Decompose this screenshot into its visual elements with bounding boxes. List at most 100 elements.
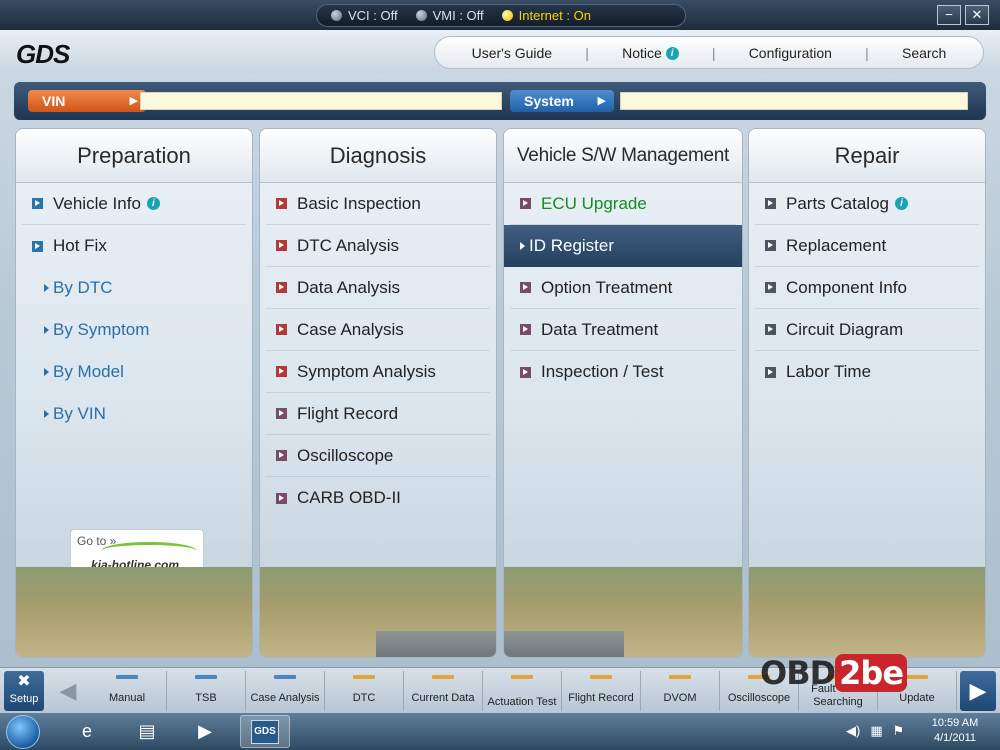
diagnosis-title: Diagnosis	[260, 129, 496, 183]
logo-text: GDS	[16, 39, 70, 69]
scroll-right-button[interactable]: ▶	[960, 671, 996, 711]
menu-ecu-upgrade[interactable]: ECU Upgrade	[510, 183, 736, 225]
file-explorer-icon[interactable]: ▤	[122, 715, 172, 748]
bullet-icon	[520, 324, 531, 335]
menu-replacement[interactable]: Replacement	[755, 225, 979, 267]
menu-option-treatment[interactable]: Option Treatment	[510, 267, 736, 309]
system-button[interactable]: System ▶	[510, 90, 614, 112]
search-link[interactable]: Search	[902, 45, 946, 61]
bullet-icon	[276, 492, 287, 504]
landscape-image	[16, 567, 252, 657]
bullet-icon	[765, 324, 776, 335]
watermark-two: 2be	[835, 654, 908, 692]
menu-label: DTC Analysis	[297, 235, 400, 255]
toolbar-tab[interactable]: Actuation Test	[483, 671, 562, 711]
tab-indicator-icon	[116, 675, 138, 679]
vin-button[interactable]: VIN ▶	[28, 90, 146, 112]
close-button[interactable]: ✕	[965, 5, 989, 25]
bullet-icon	[32, 240, 43, 252]
menu-labor-time[interactable]: Labor Time	[755, 351, 979, 393]
menu-oscilloscope[interactable]: Oscilloscope	[266, 435, 490, 477]
menu-label: Circuit Diagram	[786, 319, 904, 339]
tab-indicator-icon	[353, 675, 375, 679]
vehicle-selection-bar: VIN ▶ System ▶	[14, 82, 986, 120]
vci-status-label: VCI : Off	[348, 8, 398, 23]
menu-symptom-analysis[interactable]: Symptom Analysis	[266, 351, 490, 393]
menu-case-analysis[interactable]: Case Analysis	[266, 309, 490, 351]
system-field[interactable]	[620, 92, 968, 110]
menu-vehicle-info[interactable]: Vehicle Info i	[22, 183, 246, 225]
menu-circuit-diagram[interactable]: Circuit Diagram	[755, 309, 979, 351]
bullet-icon	[276, 282, 287, 293]
menu-basic-inspection[interactable]: Basic Inspection	[266, 183, 490, 225]
gds-logo: GDS	[16, 39, 70, 70]
toolbar-tab-label: Manual	[108, 692, 146, 704]
menu-label: Hot Fix	[53, 236, 107, 255]
menu-label: Labor Time	[786, 362, 872, 381]
vmi-status-label: VMI : Off	[432, 8, 484, 23]
gds-taskbar-app[interactable]: GDS	[240, 715, 290, 748]
road-image	[504, 631, 624, 657]
toolbar-tab-label: Actuation Test	[487, 696, 557, 708]
menu-inspection-test[interactable]: Inspection / Test	[510, 351, 736, 393]
menu-component-info[interactable]: Component Info	[755, 267, 979, 309]
toolbar-tab[interactable]: Manual	[88, 671, 167, 711]
internet-explorer-icon[interactable]: e	[62, 715, 112, 748]
menu-label: ID Register	[529, 236, 615, 255]
menu-flight-record[interactable]: Flight Record	[266, 393, 490, 435]
menu-label: Data Treatment	[541, 319, 659, 339]
menu-by-dtc[interactable]: By DTC	[22, 267, 246, 309]
menu-by-model[interactable]: By Model	[22, 351, 246, 393]
menu-label: By VIN	[53, 404, 106, 423]
tools-icon: ✖	[17, 673, 31, 690]
app-header: GDS User's Guide | Notice i | Configurat…	[0, 30, 1000, 74]
gds-app-icon: GDS	[251, 719, 279, 744]
system-clock[interactable]: 10:59 AM 4/1/2011	[920, 716, 990, 746]
start-button[interactable]	[6, 715, 40, 749]
action-center-icon[interactable]: ⚑	[893, 723, 905, 739]
menu-by-vin[interactable]: By VIN	[22, 393, 246, 435]
toolbar-tab[interactable]: DTC	[325, 671, 404, 711]
sw-management-panel: Vehicle S/W Management ECU Upgrade ID Re…	[503, 128, 743, 658]
menu-by-symptom[interactable]: By Symptom	[22, 309, 246, 351]
menu-hot-fix[interactable]: Hot Fix	[22, 225, 246, 267]
menu-id-register[interactable]: ID Register	[504, 225, 742, 267]
arrow-right-icon	[44, 410, 49, 418]
media-player-icon[interactable]: ▶	[180, 715, 230, 748]
menu-data-analysis[interactable]: Data Analysis	[266, 267, 490, 309]
vin-button-label: VIN	[42, 93, 66, 109]
preparation-title: Preparation	[16, 129, 252, 183]
toolbar-tab[interactable]: DVOM	[641, 671, 720, 711]
bullet-icon	[520, 282, 531, 293]
tab-indicator-icon	[511, 675, 533, 679]
toolbar-tab[interactable]: Current Data	[404, 671, 483, 711]
menu-data-treatment[interactable]: Data Treatment	[510, 309, 736, 351]
menu-carb-obd[interactable]: CARB OBD-II	[266, 477, 490, 519]
configuration-link[interactable]: Configuration	[749, 45, 832, 61]
setup-label: Setup	[9, 693, 39, 705]
menu-label: Data Analysis	[297, 277, 400, 297]
preparation-panel: Preparation Vehicle Info i Hot Fix By DT…	[15, 128, 253, 658]
toolbar-tab[interactable]: Flight Record	[562, 671, 641, 711]
scroll-left-button[interactable]: ◀	[50, 671, 86, 711]
volume-icon[interactable]: ◀)	[846, 723, 860, 739]
menu-dtc-analysis[interactable]: DTC Analysis	[266, 225, 490, 267]
toolbar-tab[interactable]: Case Analysis	[246, 671, 325, 711]
vmi-indicator-icon	[415, 10, 427, 21]
vin-field[interactable]	[140, 92, 502, 110]
network-icon[interactable]: ▦	[870, 723, 882, 739]
menu-label: Case Analysis	[297, 319, 404, 339]
setup-button[interactable]: ✖ Setup	[4, 671, 44, 711]
toolbar-tab[interactable]: TSB	[167, 671, 246, 711]
arrow-right-icon	[44, 284, 49, 292]
minimize-button[interactable]: −	[937, 5, 961, 25]
menu-label: Replacement	[786, 235, 887, 255]
arrow-right-icon	[44, 326, 49, 334]
windows-taskbar: e ▤ ▶ GDS ◀) ▦ ⚑ 10:59 AM 4/1/2011	[0, 713, 1000, 750]
tab-indicator-icon	[590, 675, 612, 679]
users-guide-link[interactable]: User's Guide	[472, 45, 552, 61]
notice-link[interactable]: Notice i	[622, 45, 679, 61]
bullet-icon	[32, 198, 43, 209]
menu-parts-catalog[interactable]: Parts Catalog i	[755, 183, 979, 225]
bullet-icon	[276, 198, 287, 209]
